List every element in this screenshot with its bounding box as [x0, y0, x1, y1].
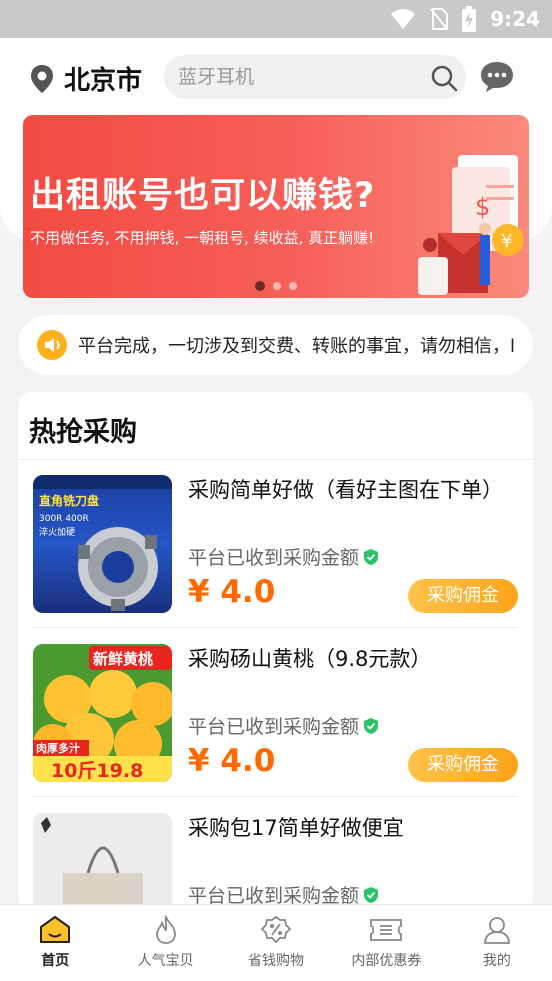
pagination-dot[interactable]: [273, 282, 281, 290]
hot-purchases-section: 热抢采购 直角铣刀盘 300R 400R 淬火加硬 采购简单好做（看好主图在下单…: [18, 392, 533, 912]
home-icon: [40, 916, 71, 943]
product-price: ¥ 4.0: [188, 574, 276, 610]
thumb-text: 300R 400R: [39, 514, 89, 524]
tab-profile[interactable]: 我的: [442, 905, 552, 981]
battery-charging-icon: [462, 6, 477, 32]
message-icon[interactable]: [479, 60, 515, 94]
banner-illustration: $ ¥: [418, 155, 524, 295]
product-thumbnail[interactable]: [33, 813, 172, 912]
no-sim-icon: [430, 8, 449, 30]
tab-label: 人气宝贝: [137, 953, 194, 969]
thumb-text: 直角铣刀盘: [39, 493, 99, 508]
promo-banner[interactable]: 出租账号也可以赚钱? 不用做任务, 不用押钱, 一朝租号, 续收益, 真正躺赚!…: [23, 115, 529, 298]
product-item[interactable]: 新鲜黄桃 肉厚多汁 10斤19.8 采购砀山黄桃（9.8元款） 平台已收到采购金…: [33, 629, 518, 797]
tab-popular[interactable]: 人气宝贝: [110, 905, 220, 981]
thumb-text: 10斤19.8: [51, 760, 143, 782]
city-label: 北京市: [64, 66, 143, 96]
product-name: 采购包17简单好做便宜: [188, 816, 404, 840]
wifi-icon: [391, 9, 416, 29]
cutter-image: 直角铣刀盘 300R 400R 淬火加硬: [33, 475, 172, 611]
coupon-icon: [370, 919, 403, 941]
thumb-text: 肉厚多汁: [36, 741, 80, 755]
banner-pagination: [255, 281, 297, 291]
location-pin-icon: [31, 64, 53, 93]
tab-label: 内部优惠券: [351, 953, 422, 969]
tab-savings[interactable]: 省钱购物: [221, 905, 331, 981]
payment-status-text: 平台已收到采购金额: [188, 547, 360, 569]
banner-title: 出租账号也可以赚钱?: [30, 176, 376, 216]
pagination-dot[interactable]: [255, 281, 265, 291]
notice-text: 平台完成，一切涉及到交费、转账的事宜，请勿相信，l: [78, 336, 515, 357]
peach-image: 新鲜黄桃 肉厚多汁 10斤19.8: [33, 644, 172, 782]
location-selector[interactable]: 北京市: [30, 60, 142, 97]
product-thumbnail[interactable]: 新鲜黄桃 肉厚多汁 10斤19.8: [33, 644, 172, 782]
commission-button[interactable]: 采购佣金: [408, 579, 518, 613]
tab-coupons[interactable]: 内部优惠券: [331, 905, 441, 981]
tab-label: 首页: [41, 953, 70, 969]
discount-icon: [260, 915, 292, 944]
banner-subtitle: 不用做任务, 不用押钱, 一朝租号, 续收益, 真正躺赚!: [30, 229, 375, 247]
search-input[interactable]: [178, 55, 428, 99]
thumb-text: 淬火加硬: [39, 526, 75, 538]
tab-label: 省钱购物: [248, 953, 305, 969]
payment-status: 平台已收到采购金额: [188, 712, 379, 739]
commission-button[interactable]: 采购佣金: [408, 748, 518, 782]
product-item[interactable]: 直角铣刀盘 300R 400R 淬火加硬 采购简单好做（看好主图在下单） 平台已…: [33, 460, 518, 628]
verified-shield-icon: [364, 717, 379, 734]
tote-bag-image: [33, 813, 172, 912]
payment-status-text: 平台已收到采购金额: [188, 716, 360, 738]
tab-label: 我的: [482, 953, 511, 969]
user-icon: [483, 917, 510, 944]
verified-shield-icon: [364, 886, 379, 903]
tab-home[interactable]: 首页: [0, 905, 110, 981]
fire-icon: [155, 915, 176, 944]
product-name: 采购简单好做（看好主图在下单）: [188, 478, 503, 502]
verified-shield-icon: [364, 548, 379, 565]
status-bar: 9:24: [0, 0, 552, 38]
product-name: 采购砀山黄桃（9.8元款）: [188, 647, 432, 671]
product-price: ¥ 4.0: [188, 743, 276, 779]
speaker-icon: [37, 330, 67, 360]
status-time: 9:24: [490, 7, 540, 31]
coin-symbol: ¥: [501, 231, 512, 252]
divider: [33, 627, 518, 628]
payment-status: 平台已收到采购金额: [188, 543, 379, 570]
bottom-tab-bar: 首页 人气宝贝 省钱购物 内部优惠券 我的: [0, 904, 552, 981]
product-item[interactable]: 采购包17简单好做便宜 平台已收到采购金额: [33, 798, 518, 912]
divider: [33, 796, 518, 797]
section-title: 热抢采购: [29, 417, 137, 448]
pagination-dot[interactable]: [289, 282, 297, 290]
search-bar[interactable]: [164, 55, 466, 99]
search-icon[interactable]: [430, 64, 458, 92]
product-thumbnail[interactable]: 直角铣刀盘 300R 400R 淬火加硬: [33, 475, 172, 613]
thumb-text: 新鲜黄桃: [93, 650, 153, 668]
notice-bar[interactable]: 平台完成，一切涉及到交费、转账的事宜，请勿相信，l: [18, 315, 533, 375]
